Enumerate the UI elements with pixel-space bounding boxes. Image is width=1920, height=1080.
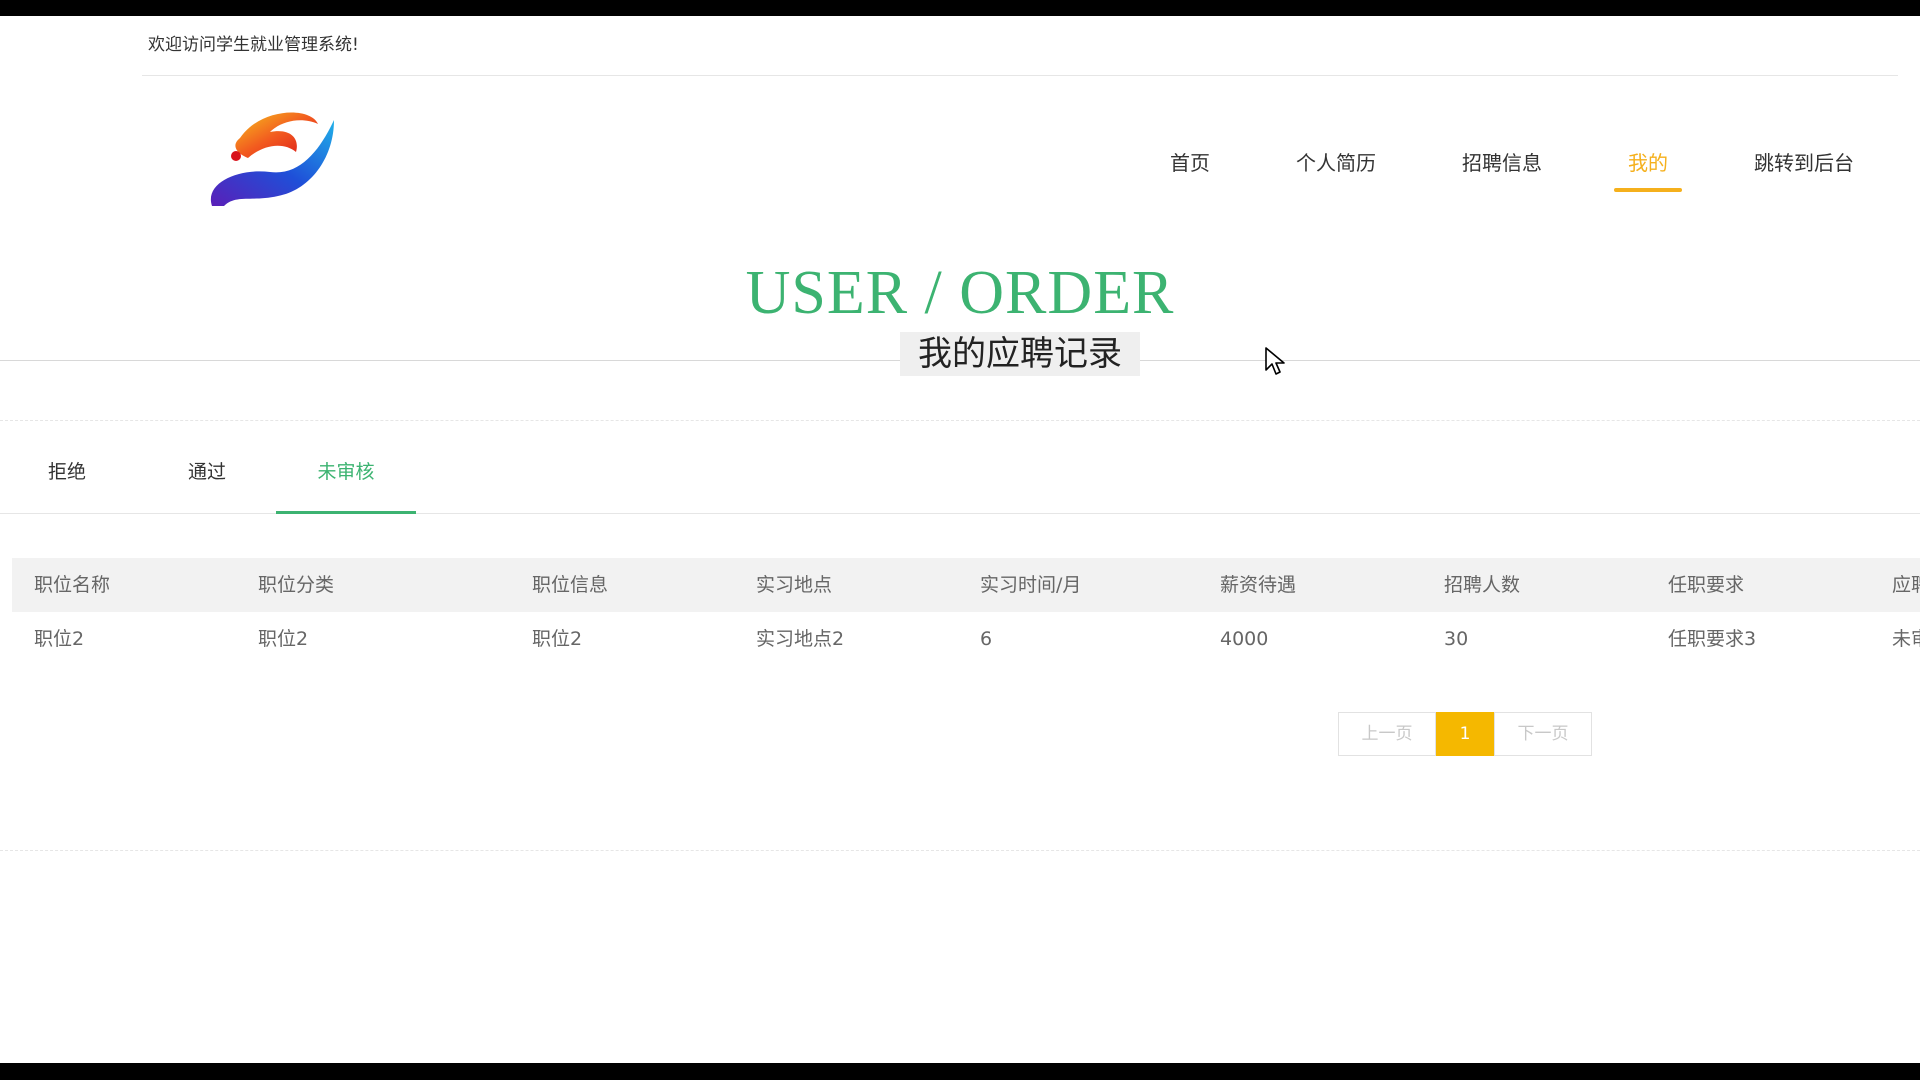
table-row[interactable]: 职位2 职位2 职位2 实习地点2 6 4000 30 任职要求3 未审核 bbox=[12, 612, 1920, 666]
nav-resume[interactable]: 个人简历 bbox=[1282, 146, 1390, 192]
col-job-category: 职位分类 bbox=[258, 574, 335, 596]
page: 欢迎访问学生就业管理系统! 首页 个人简历 招聘信息 我的 跳转到后台 USER… bbox=[0, 16, 1920, 1063]
nav-home[interactable]: 首页 bbox=[1156, 146, 1224, 192]
status-tabs: 拒绝 通过 未审核 bbox=[0, 448, 1920, 514]
page-subtitle: 我的应聘记录 bbox=[900, 332, 1140, 376]
welcome-bar: 欢迎访问学生就业管理系统! bbox=[142, 16, 1898, 76]
welcome-text: 欢迎访问学生就业管理系统! bbox=[148, 35, 359, 55]
col-status: 应聘状态 bbox=[1892, 574, 1920, 596]
nav-jobs[interactable]: 招聘信息 bbox=[1448, 146, 1556, 192]
site-logo-icon[interactable] bbox=[200, 98, 340, 218]
application-table: 职位名称 职位分类 职位信息 实习地点 实习时间/月 薪资待遇 招聘人数 任职要… bbox=[12, 558, 1920, 666]
table-header: 职位名称 职位分类 职位信息 实习地点 实习时间/月 薪资待遇 招聘人数 任职要… bbox=[12, 558, 1920, 612]
cell-headcount: 30 bbox=[1444, 628, 1469, 650]
cell-salary: 4000 bbox=[1220, 628, 1269, 650]
section-divider-top bbox=[0, 420, 1920, 421]
page-title: USER / ORDER bbox=[745, 259, 1175, 327]
nav-admin[interactable]: 跳转到后台 bbox=[1740, 146, 1868, 192]
next-page-button[interactable]: 下一页 bbox=[1494, 712, 1592, 756]
prev-page-button[interactable]: 上一页 bbox=[1338, 712, 1436, 756]
cell-job-name: 职位2 bbox=[34, 628, 85, 650]
mouse-cursor-icon bbox=[1265, 347, 1285, 375]
col-job-info: 职位信息 bbox=[532, 574, 609, 596]
col-duration: 实习时间/月 bbox=[980, 574, 1082, 596]
tab-rejected[interactable]: 拒绝 bbox=[28, 448, 106, 514]
cell-job-info: 职位2 bbox=[532, 628, 583, 650]
cell-job-category: 职位2 bbox=[258, 628, 309, 650]
col-salary: 薪资待遇 bbox=[1220, 574, 1297, 596]
tab-pending[interactable]: 未审核 bbox=[276, 448, 416, 514]
main-nav: 首页 个人简历 招聘信息 我的 跳转到后台 bbox=[1098, 146, 1868, 192]
col-location: 实习地点 bbox=[756, 574, 833, 596]
section-divider-bottom bbox=[0, 850, 1920, 851]
current-page-button[interactable]: 1 bbox=[1436, 712, 1494, 756]
cell-location: 实习地点2 bbox=[756, 628, 845, 650]
pagination: 上一页 1 下一页 bbox=[1338, 712, 1592, 756]
col-headcount: 招聘人数 bbox=[1444, 574, 1521, 596]
col-job-name: 职位名称 bbox=[34, 574, 111, 596]
tab-passed[interactable]: 通过 bbox=[166, 448, 248, 514]
cell-duration: 6 bbox=[980, 628, 993, 650]
col-requirements: 任职要求 bbox=[1668, 574, 1745, 596]
cell-requirements: 任职要求3 bbox=[1668, 628, 1757, 650]
nav-mine[interactable]: 我的 bbox=[1614, 146, 1682, 192]
cell-status: 未审核 bbox=[1892, 628, 1920, 650]
